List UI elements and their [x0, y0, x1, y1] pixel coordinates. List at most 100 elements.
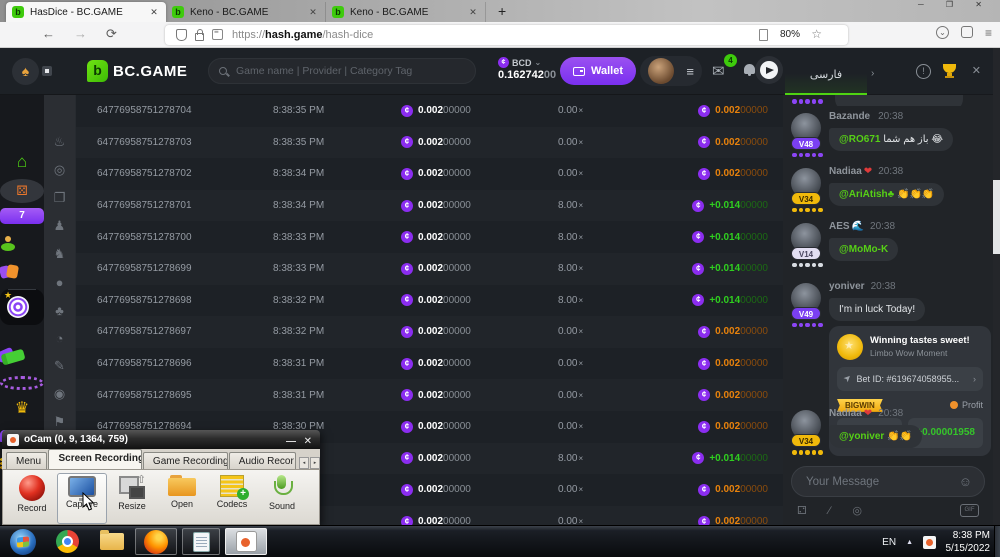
table-row[interactable]: 64776958751278702 8:38:34 PM ¢0.00200000…	[76, 158, 783, 190]
reload-button[interactable]: ⟳	[106, 26, 117, 42]
notifications-bell-icon[interactable]	[744, 64, 755, 74]
wallet-button[interactable]: Wallet	[560, 57, 636, 85]
resize-button[interactable]: ⇧Resize	[107, 473, 157, 524]
page-scrollbar[interactable]	[993, 48, 1000, 525]
tab-audio-recording[interactable]: Audio Recor	[229, 452, 296, 469]
reader-mode-icon[interactable]	[759, 29, 768, 41]
taskbar-clock[interactable]: 8:38 PM 5/15/2022	[946, 529, 991, 555]
sidebar-item[interactable]: ⚄	[0, 179, 44, 203]
username[interactable]: Nadiaa	[829, 166, 862, 177]
extension-icon[interactable]	[961, 26, 973, 38]
sidebar-item[interactable]	[0, 342, 45, 366]
gif-keyboard-icon[interactable]: GIF	[960, 504, 979, 517]
table-row[interactable]: 64776958751278698 8:38:32 PM ¢0.00200000…	[76, 285, 783, 317]
bet-id-pill[interactable]: ➤ Bet ID: #619674058955... ›	[837, 367, 983, 391]
back-button[interactable]: ←	[42, 26, 55, 41]
casino-spade-icon[interactable]: ♠	[12, 58, 39, 85]
chat-rules-icon[interactable]: ∕	[829, 505, 831, 517]
coin-rain-icon[interactable]: ◎	[852, 504, 862, 517]
search-input[interactable]	[234, 64, 465, 78]
tab-scroll-right-icon[interactable]: ▸	[310, 457, 320, 469]
taskbar-notepad[interactable]	[182, 528, 220, 555]
taskbar-ocam[interactable]	[225, 528, 267, 555]
tab-close-icon[interactable]: ✕	[307, 7, 319, 18]
mention-link[interactable]: @yoniver	[839, 431, 884, 442]
bookmark-star-icon[interactable]: ☆	[811, 27, 822, 41]
pocket-icon[interactable]: ⌄	[936, 26, 949, 39]
language-indicator[interactable]: EN	[882, 537, 896, 548]
browser-tab[interactable]: b HasDice - BC.GAME ✕	[6, 2, 166, 22]
zoom-level[interactable]: 80%	[780, 29, 800, 40]
ocam-tray-icon[interactable]	[923, 536, 936, 549]
sidebar-item[interactable]: 7	[0, 208, 44, 224]
chat-message-input[interactable]	[804, 475, 959, 489]
bcgame-logo-icon[interactable]: b	[87, 60, 108, 82]
casino-category-icon[interactable]: ♨	[54, 128, 66, 156]
casino-category-icon[interactable]: ♟	[54, 212, 66, 240]
user-avatar[interactable]	[648, 58, 674, 84]
balance-display[interactable]: ¢ BCD ⌄ 0.16274200	[498, 57, 556, 81]
username[interactable]: Bazande	[829, 111, 870, 122]
tab-menu[interactable]: Menu	[6, 452, 47, 469]
emoji-icon[interactable]: ☺	[959, 474, 972, 489]
record-button[interactable]: Record	[7, 473, 57, 524]
casino-category-icon[interactable]: ❐	[54, 184, 66, 212]
username[interactable]: Nadiaa	[829, 408, 862, 419]
casino-category-icon[interactable]: ◔	[56, 324, 64, 352]
codecs-button[interactable]: Codecs	[207, 473, 257, 524]
username[interactable]: AES	[829, 221, 850, 232]
casino-category-icon[interactable]: ◎	[54, 156, 65, 184]
sidebar-item[interactable]	[0, 264, 44, 280]
chat-info-icon[interactable]: !	[916, 64, 931, 79]
url-bar[interactable]: https://hash.game/hash-dice 80% ☆	[165, 25, 848, 45]
sidebar-item[interactable]	[0, 236, 44, 252]
sidebar-pin-icon[interactable]	[42, 66, 52, 76]
game-search[interactable]	[208, 58, 476, 84]
show-desktop-button[interactable]	[994, 526, 1000, 557]
casino-category-icon[interactable]: ♞	[54, 240, 66, 268]
permissions-icon[interactable]	[212, 29, 223, 40]
table-row[interactable]: 64776958751278695 8:38:31 PM ¢0.00200000…	[76, 379, 783, 411]
table-row[interactable]: 64776958751278701 8:38:34 PM ¢0.00200000…	[76, 190, 783, 222]
mention-link[interactable]: @RO671	[839, 134, 880, 145]
trophy-icon[interactable]	[943, 64, 956, 73]
sidebar-item[interactable]	[0, 289, 44, 325]
mention-link[interactable]: @AriAtish♣	[839, 189, 894, 200]
sidebar-item[interactable]: ♛	[0, 401, 44, 417]
taskbar-firefox[interactable]	[135, 528, 177, 555]
table-row[interactable]: 64776958751278700 8:38:33 PM ¢0.00200000…	[76, 221, 783, 253]
dice-bet-icon[interactable]: ⚁	[797, 504, 807, 517]
forward-button[interactable]: →	[74, 26, 87, 41]
table-row[interactable]: 64776958751278699 8:38:33 PM ¢0.00200000…	[76, 253, 783, 285]
open-button[interactable]: Open	[157, 473, 207, 524]
start-button[interactable]	[8, 528, 38, 555]
casino-category-icon[interactable]: ●	[56, 268, 64, 296]
browser-tab[interactable]: b Keno - BC.GAME ✕	[166, 2, 326, 22]
mention-link[interactable]: @MoMo-K	[839, 244, 888, 255]
chevron-right-icon[interactable]: ›	[871, 68, 874, 79]
casino-category-icon[interactable]: ◉	[54, 380, 65, 408]
lock-icon[interactable]	[195, 33, 204, 41]
tab-close-icon[interactable]: ✕	[148, 7, 160, 18]
browser-tab[interactable]: b Keno - BC.GAME ✕	[326, 2, 486, 22]
scrollbar-thumb[interactable]	[993, 180, 1000, 254]
tab-screen-recording[interactable]: Screen Recording	[48, 449, 141, 469]
table-row[interactable]: 64776958751278696 8:38:31 PM ¢0.00200000…	[76, 348, 783, 380]
username[interactable]: yoniver	[829, 281, 865, 292]
shield-icon[interactable]	[176, 29, 187, 41]
sidebar-item[interactable]: ⌂	[0, 153, 44, 170]
tray-expand-icon[interactable]: ▲	[906, 539, 913, 546]
tab-close-icon[interactable]: ✕	[467, 7, 479, 18]
tab-scroll-left-icon[interactable]: ◂	[299, 457, 309, 469]
taskbar-explorer[interactable]	[97, 528, 127, 555]
casino-category-icon[interactable]: ✎	[54, 352, 65, 380]
new-tab-button[interactable]: +	[498, 3, 506, 19]
profile-menu[interactable]: ≡	[640, 56, 702, 86]
browser-menu-icon[interactable]: ≡	[985, 26, 992, 40]
chat-toggle-icon[interactable]	[755, 56, 783, 84]
sound-button[interactable]: Sound	[257, 473, 307, 524]
window-controls[interactable]: ─ ❐ ✕	[918, 0, 992, 9]
chat-close-icon[interactable]: ✕	[972, 64, 981, 77]
bcgame-logo-text[interactable]: BC.GAME	[113, 63, 187, 80]
mail-icon[interactable]: ✉	[712, 62, 725, 80]
